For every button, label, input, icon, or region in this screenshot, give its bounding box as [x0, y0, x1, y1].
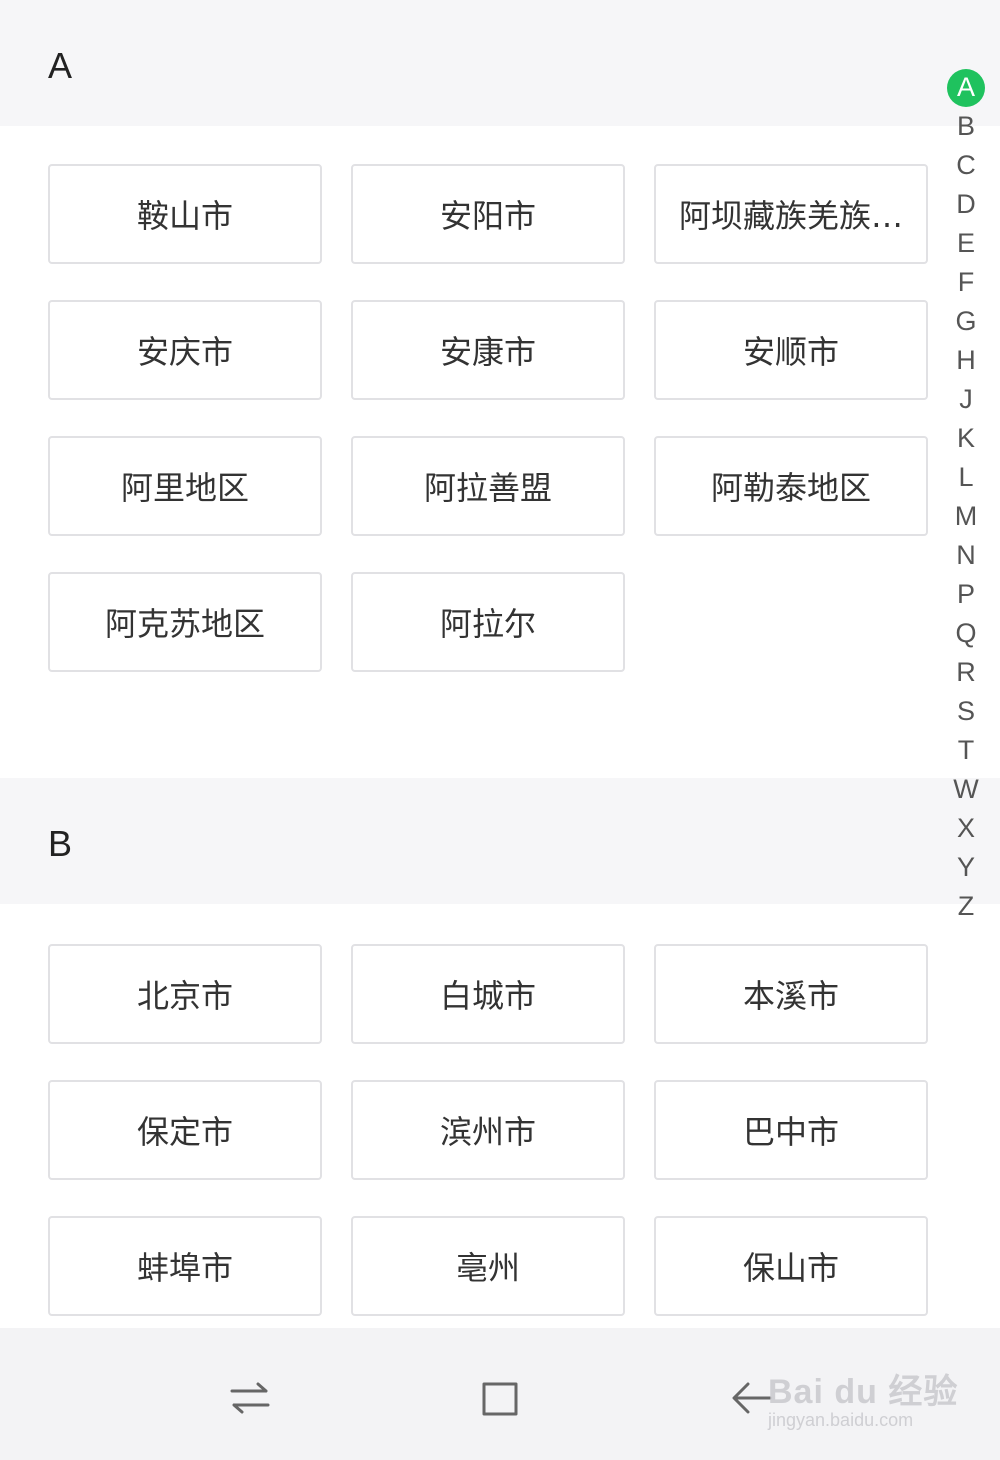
city-label: 安阳市 [439, 197, 536, 235]
city-label: 阿拉尔 [439, 605, 536, 643]
index-letter-label: A [947, 68, 985, 107]
city-button[interactable]: 阿拉尔 [351, 572, 625, 672]
index-letter[interactable]: Q [946, 614, 986, 653]
index-letter[interactable]: R [946, 653, 986, 692]
city-button[interactable]: 白城市 [351, 944, 625, 1044]
city-button[interactable]: 北京市 [48, 944, 322, 1044]
city-label: 蚌埠市 [136, 1249, 233, 1287]
watermark-main: Bai du 经验 [768, 1373, 959, 1411]
city-button[interactable]: 阿拉善盟 [351, 436, 625, 536]
city-button[interactable]: 巴中市 [654, 1080, 928, 1180]
index-letter[interactable]: M [946, 497, 986, 536]
home-button[interactable] [470, 1368, 530, 1428]
baidu-watermark: Bai du 经验 jingyan.baidu.com [760, 1348, 960, 1444]
city-label: 本溪市 [742, 977, 839, 1015]
city-button[interactable]: 安顺市 [654, 300, 928, 400]
index-letter-active[interactable]: A [946, 68, 986, 107]
city-button[interactable]: 滨州市 [351, 1080, 625, 1180]
watermark-sub: jingyan.baidu.com [768, 1410, 914, 1430]
city-label: 安庆市 [136, 333, 233, 371]
index-letter[interactable]: Z [946, 887, 986, 926]
city-label: 白城市 [439, 977, 536, 1015]
index-letter[interactable]: J [946, 380, 986, 419]
city-label: 滨州市 [439, 1113, 536, 1151]
city-button[interactable]: 安阳市 [351, 164, 625, 264]
city-label: 鞍山市 [136, 197, 233, 235]
city-button[interactable]: 阿勒泰地区 [654, 436, 928, 536]
index-letter[interactable]: L [946, 458, 986, 497]
city-button[interactable]: 蚌埠市 [48, 1216, 322, 1316]
home-icon [482, 1382, 518, 1416]
city-label: 阿坝藏族羌族… [678, 197, 903, 235]
section-header-a: A [0, 0, 1000, 126]
city-button[interactable]: 保山市 [654, 1216, 928, 1316]
city-button[interactable]: 阿克苏地区 [48, 572, 322, 672]
city-button[interactable]: 安庆市 [48, 300, 322, 400]
city-label: 阿拉善盟 [423, 469, 552, 507]
city-button[interactable]: 本溪市 [654, 944, 928, 1044]
alphabet-index-bar[interactable]: A B C D E F G H J K L M N P Q R S T W X … [946, 68, 986, 926]
index-letter[interactable]: K [946, 419, 986, 458]
city-label: 阿里地区 [120, 469, 249, 507]
index-letter[interactable]: P [946, 575, 986, 614]
section-letter: A [48, 45, 73, 86]
city-label: 阿勒泰地区 [710, 469, 871, 507]
city-button[interactable]: 鞍山市 [48, 164, 322, 264]
city-label: 安康市 [439, 333, 536, 371]
section-letter: B [48, 823, 73, 864]
city-button[interactable]: 亳州 [351, 1216, 625, 1316]
index-letter[interactable]: N [946, 536, 986, 575]
recent-apps-icon [230, 1382, 270, 1414]
index-letter[interactable]: H [946, 341, 986, 380]
index-letter[interactable]: S [946, 692, 986, 731]
city-button[interactable]: 阿里地区 [48, 436, 322, 536]
recent-apps-button[interactable] [220, 1368, 280, 1428]
index-letter[interactable]: E [946, 224, 986, 263]
city-button[interactable]: 阿坝藏族羌族… [654, 164, 928, 264]
city-label: 北京市 [136, 977, 233, 1015]
city-label: 巴中市 [742, 1113, 839, 1151]
index-letter[interactable]: D [946, 185, 986, 224]
index-letter[interactable]: W [946, 770, 986, 809]
index-letter[interactable]: F [946, 263, 986, 302]
index-letter[interactable]: B [946, 107, 986, 146]
city-label: 阿克苏地区 [104, 605, 265, 643]
section-header-b: B [0, 778, 1000, 904]
index-letter[interactable]: Y [946, 848, 986, 887]
index-letter[interactable]: T [946, 731, 986, 770]
city-label: 亳州 [455, 1249, 520, 1287]
city-button[interactable]: 保定市 [48, 1080, 322, 1180]
city-label: 安顺市 [742, 333, 839, 371]
index-letter[interactable]: X [946, 809, 986, 848]
index-letter[interactable]: G [946, 302, 986, 341]
city-button[interactable]: 安康市 [351, 300, 625, 400]
city-label: 保定市 [136, 1113, 233, 1151]
city-label: 保山市 [742, 1249, 839, 1287]
index-letter[interactable]: C [946, 146, 986, 185]
